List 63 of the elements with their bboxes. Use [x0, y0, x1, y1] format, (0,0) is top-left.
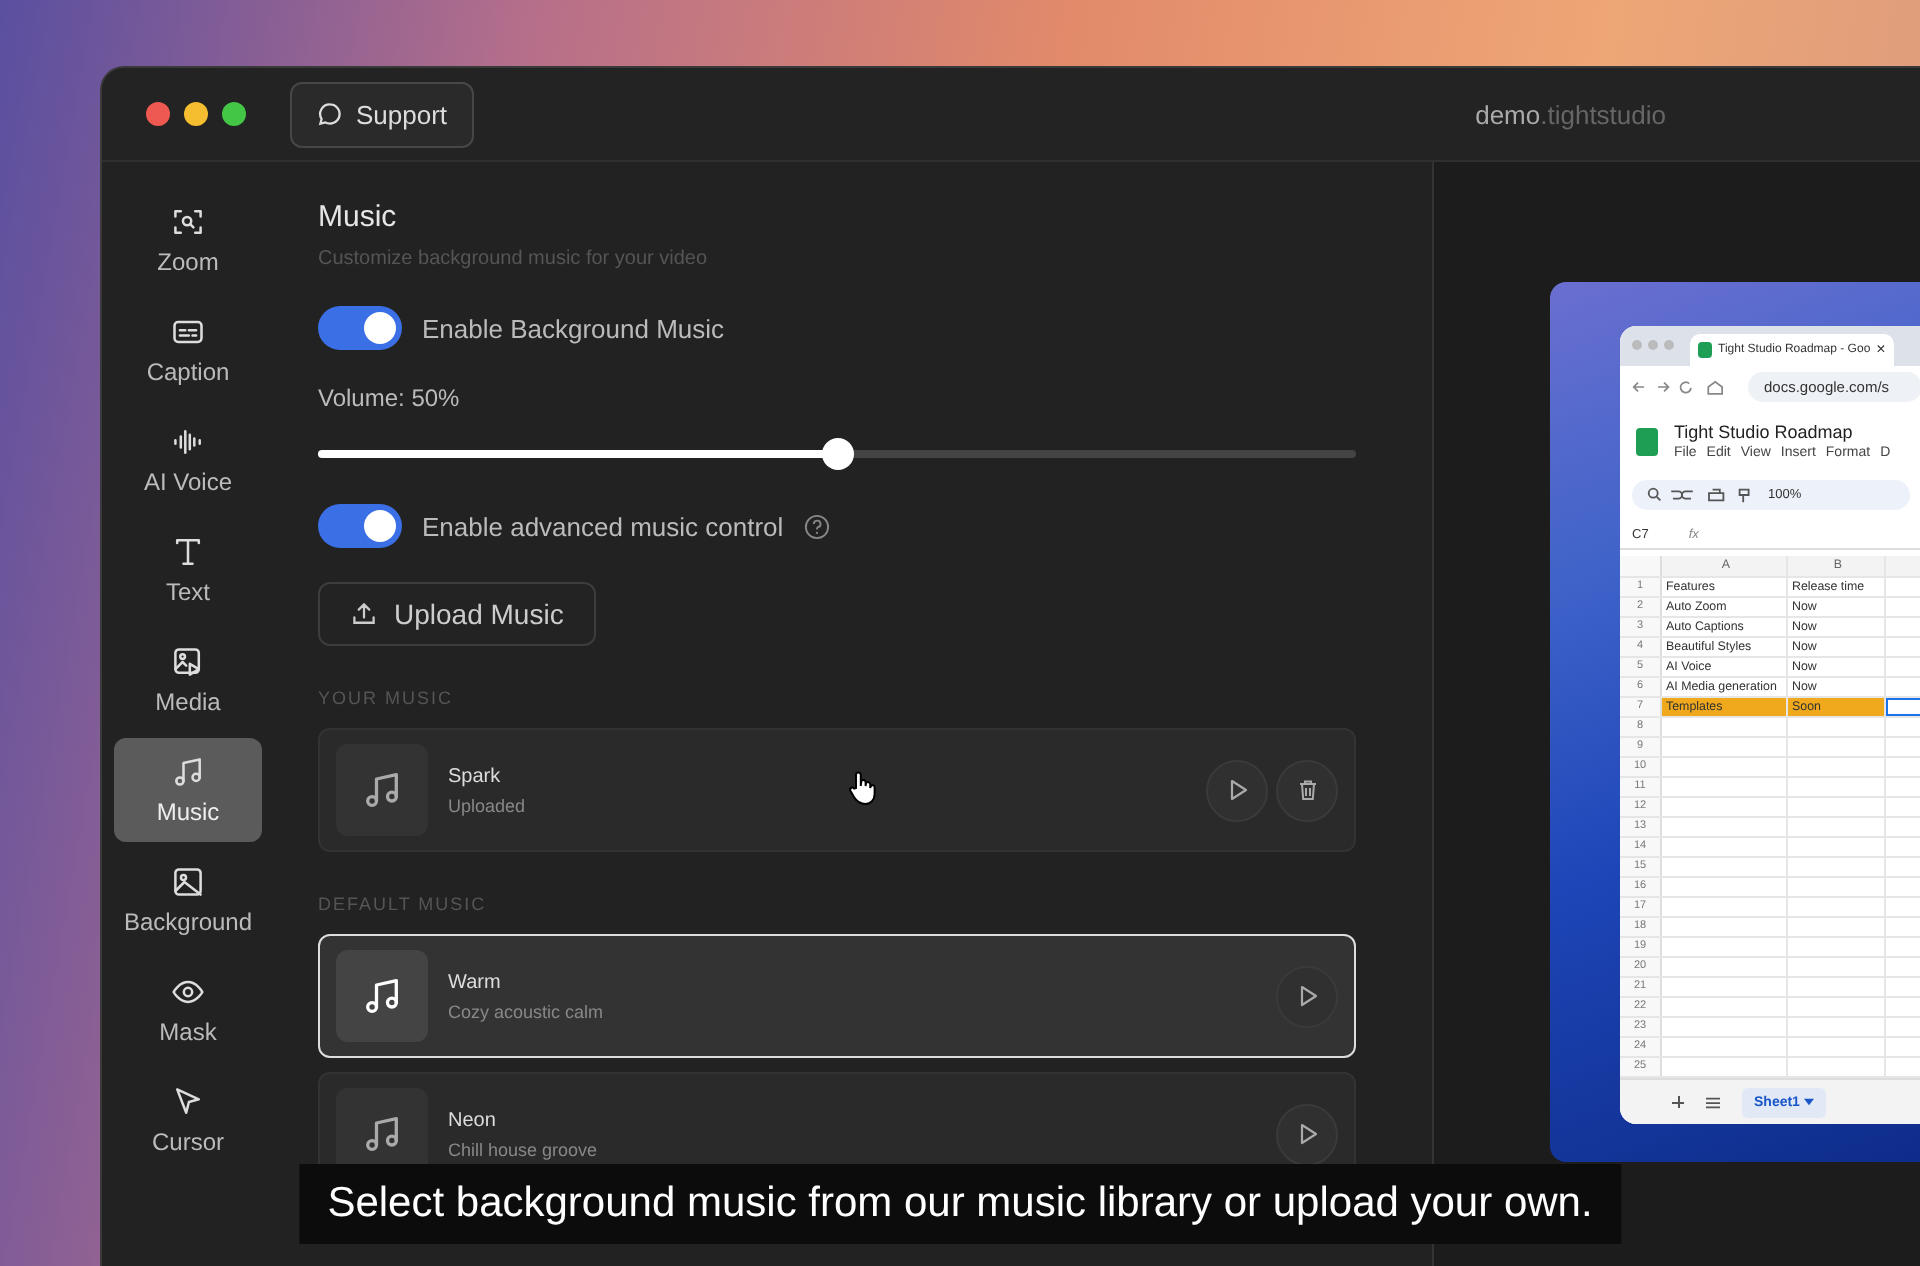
volume-slider[interactable]: [318, 438, 1356, 470]
play-icon: [1225, 778, 1249, 802]
window-title: demo: [1475, 99, 1541, 129]
toggle-label: Enable advanced music control: [422, 511, 784, 541]
sidebar-item[interactable]: Background: [114, 848, 262, 952]
slider-thumb[interactable]: [821, 438, 853, 470]
play-icon: [1295, 1122, 1319, 1146]
waveform-icon: [170, 424, 206, 460]
document-title: Tight Studio Roadmap: [1674, 422, 1855, 443]
sidebar-item[interactable]: Media: [114, 628, 262, 732]
subtitle-overlay: Select background music from our music library or upload your own.: [299, 1164, 1621, 1244]
sidebar-item[interactable]: Music: [114, 738, 262, 842]
toggle-label: Enable Background Music: [422, 313, 725, 343]
sidebar-item[interactable]: Caption: [114, 298, 262, 402]
cursor-arrow-icon: [170, 1084, 206, 1120]
maximize-window-button[interactable]: [222, 102, 246, 126]
track-thumbnail: [336, 744, 428, 836]
track-description: Uploaded: [448, 795, 526, 815]
close-window-button[interactable]: [146, 102, 170, 126]
track-title: Neon: [448, 1109, 498, 1131]
add-sheet-icon[interactable]: [1672, 1096, 1684, 1109]
trash-icon: [1295, 778, 1319, 802]
panel-title: Music: [318, 200, 399, 236]
sidebar-item[interactable]: Zoom: [114, 188, 262, 292]
track-card[interactable]: Warm Cozy acoustic calm: [318, 934, 1356, 1058]
text-icon: [170, 534, 206, 570]
delete-button[interactable]: [1276, 759, 1338, 821]
play-button[interactable]: [1276, 965, 1338, 1027]
track-card[interactable]: Spark Uploaded: [318, 728, 1356, 852]
support-button[interactable]: Support: [290, 81, 474, 147]
spreadsheet-icon: [1698, 341, 1712, 358]
minimize-window-button[interactable]: [184, 102, 208, 126]
track-description: Cozy acoustic calm: [448, 1001, 604, 1021]
caret-icon: [1803, 1097, 1814, 1106]
upload-music-button[interactable]: Upload Music: [318, 582, 596, 646]
image-icon: [170, 864, 206, 900]
sidebar-item[interactable]: AI Voice: [114, 408, 262, 512]
upload-icon: [350, 600, 378, 628]
track-description: Chill house groove: [448, 1139, 598, 1159]
media-icon: [170, 644, 206, 680]
tab-close-button[interactable]: ×: [1876, 340, 1886, 359]
sheet-list-icon[interactable]: [1704, 1095, 1722, 1110]
toggle-switch[interactable]: [318, 306, 402, 350]
play-icon: [1295, 984, 1319, 1008]
toggle-switch[interactable]: [318, 504, 402, 548]
play-button[interactable]: [1276, 1103, 1338, 1165]
sidebar-item[interactable]: Mask: [114, 958, 262, 1062]
music-note-icon: [170, 754, 206, 790]
selected-cell[interactable]: [1886, 698, 1920, 717]
help-icon[interactable]: [803, 513, 830, 539]
volume-label: Volume: 50%: [318, 384, 462, 412]
chat-bubble-icon: [316, 100, 344, 128]
sidebar-item[interactable]: Cursor: [114, 1068, 262, 1172]
track-title: Spark: [448, 765, 503, 787]
window-title-domain: .tightstudio: [1540, 99, 1666, 129]
play-button[interactable]: [1206, 759, 1268, 821]
track-title: Warm: [448, 971, 503, 993]
hand-cursor-icon: [848, 770, 876, 806]
zoom-icon: [170, 204, 206, 240]
sidebar-item[interactable]: Text: [114, 518, 262, 622]
track-thumbnail: [336, 950, 428, 1042]
toolbar-icons[interactable]: [1644, 486, 1756, 505]
spreadsheet-icon: [1636, 427, 1658, 456]
